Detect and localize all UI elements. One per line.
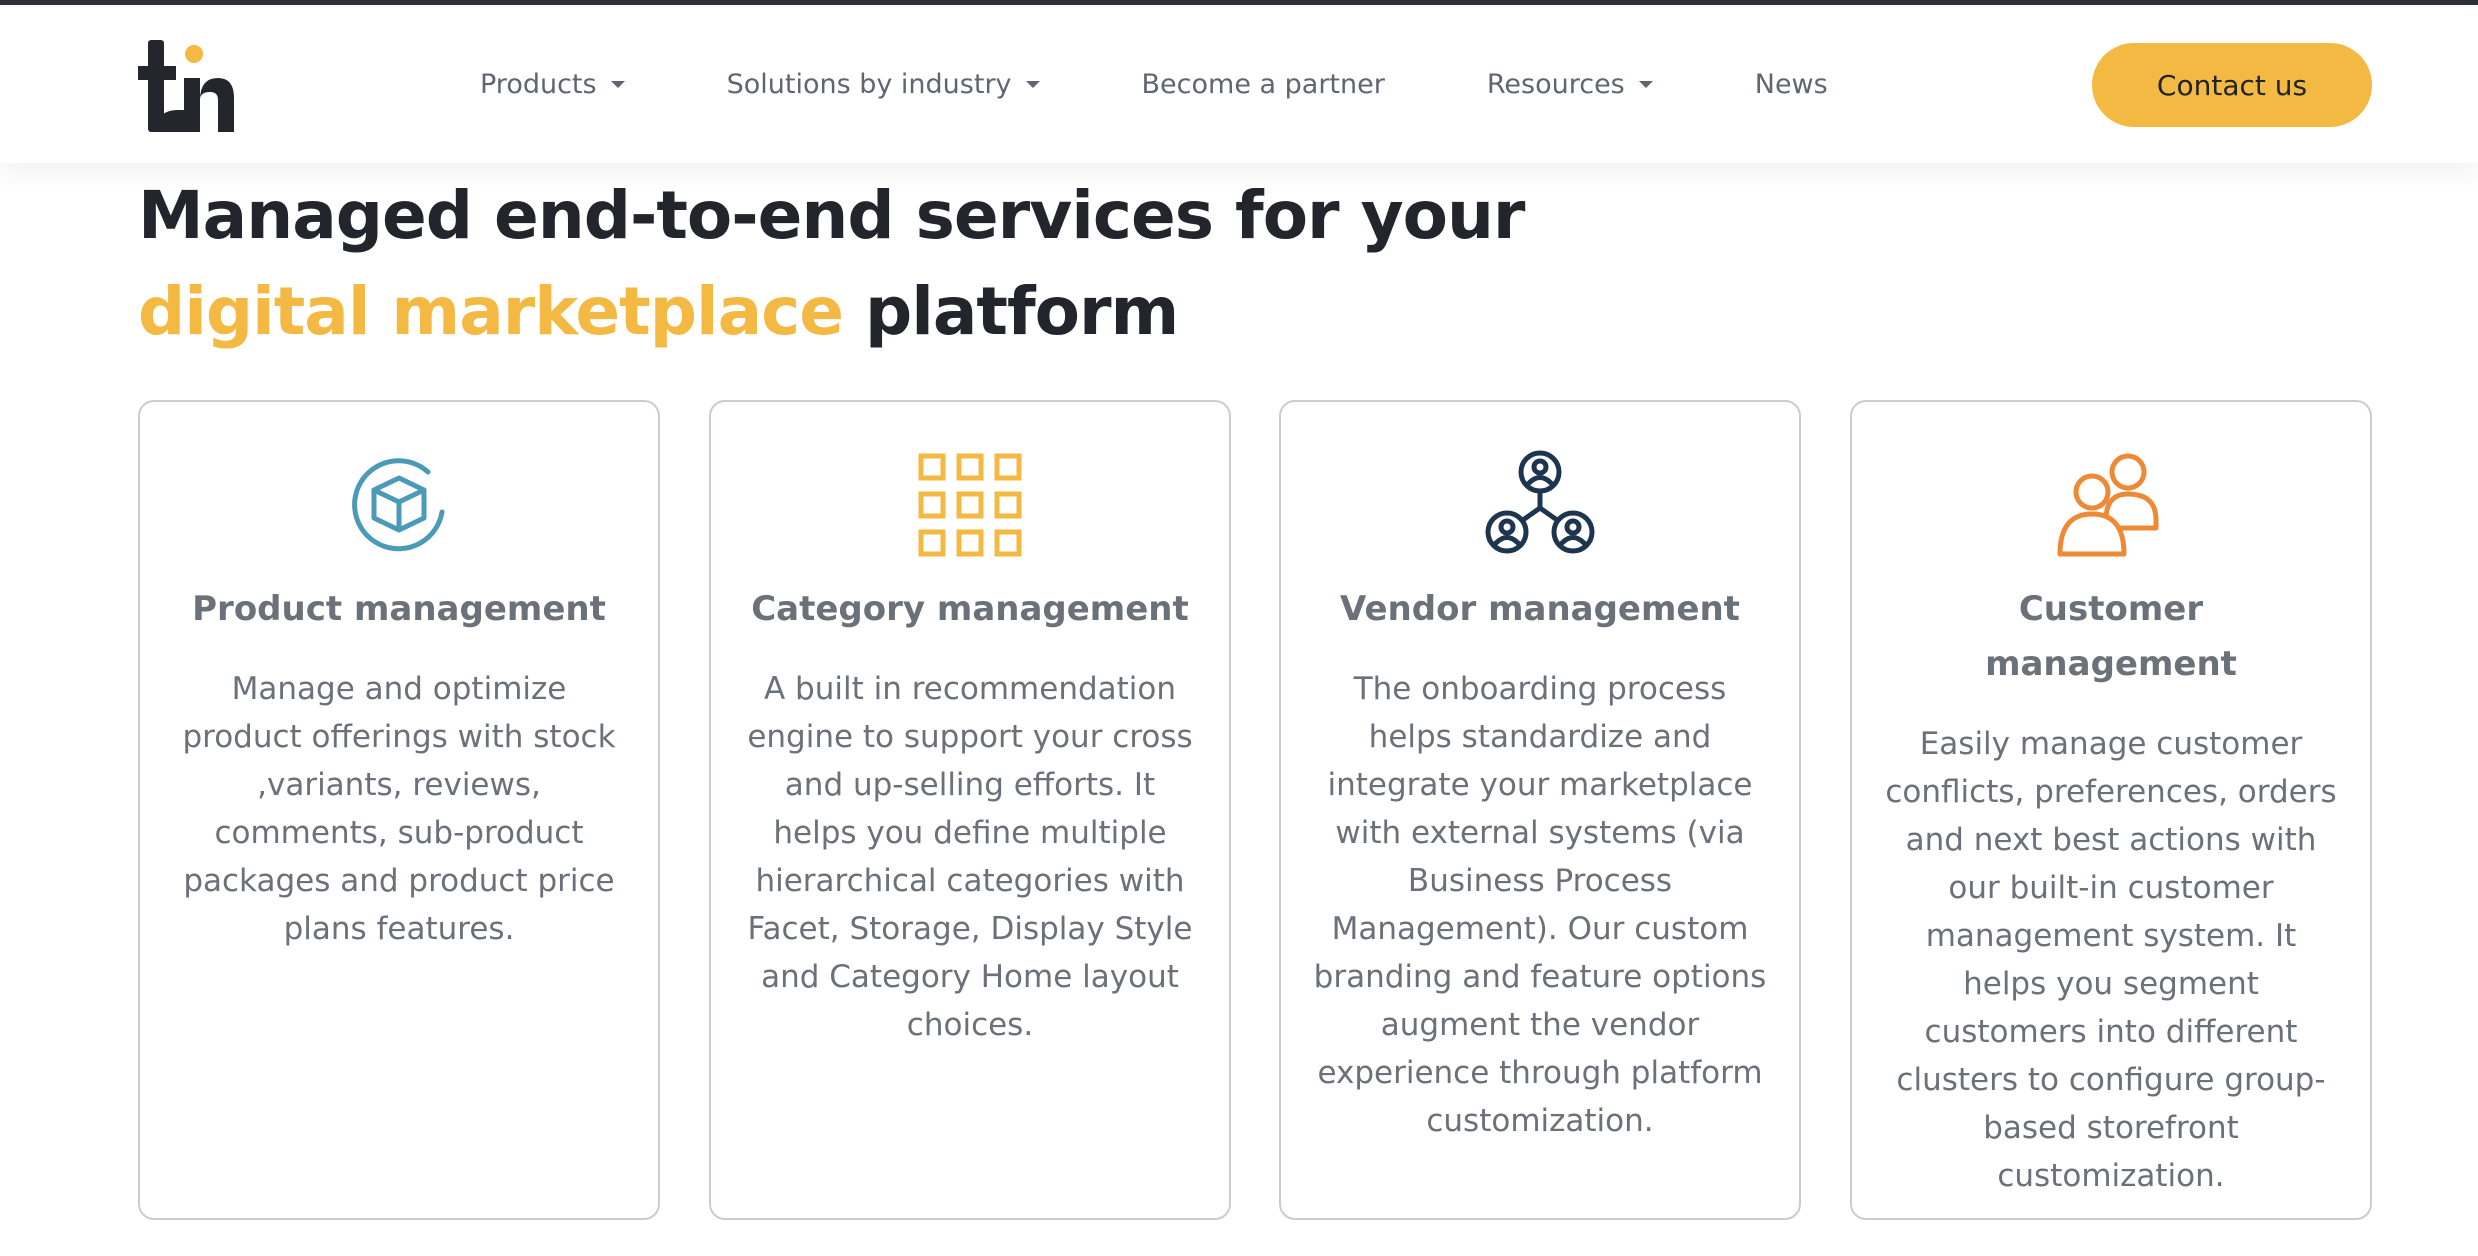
site-header: Products Solutions by industry Become a … xyxy=(0,5,2478,163)
nav-become-a-partner[interactable]: Become a partner xyxy=(1142,69,1385,100)
hero-accent-text: digital marketplace xyxy=(138,273,844,350)
nav-products-label: Products xyxy=(480,68,597,100)
services-cards: Product management Manage and optimize p… xyxy=(138,400,2374,1220)
nav-solutions-label: Solutions by industry xyxy=(726,68,1012,100)
card-product-management: Product management Manage and optimize p… xyxy=(138,400,660,1220)
contact-us-button[interactable]: Contact us xyxy=(2092,43,2372,127)
cube-icon xyxy=(352,458,445,552)
nav-news[interactable]: News xyxy=(1755,69,1828,100)
nav-news-label: News xyxy=(1754,68,1828,100)
card-description: A built in recommendation engine to supp… xyxy=(747,671,1193,1043)
grid-icon xyxy=(918,453,1022,557)
nav-resources[interactable]: Resources xyxy=(1487,69,1653,100)
hero-heading: Managed end-to-end services for your dig… xyxy=(138,168,1738,360)
card-description: Manage and optimize product offerings wi… xyxy=(182,671,616,947)
chevron-down-icon xyxy=(1638,80,1653,88)
chevron-down-icon xyxy=(610,80,625,88)
card-title: Product management xyxy=(192,589,606,629)
tih-logo[interactable] xyxy=(138,40,234,132)
network-users-icon xyxy=(1485,450,1595,554)
card-customer-management: Customer management Easily manage custom… xyxy=(1850,400,2372,1220)
users-icon xyxy=(2057,453,2159,557)
main-nav: Products Solutions by industry Become a … xyxy=(480,5,1930,163)
card-title: Vendor management xyxy=(1340,589,1740,629)
nav-resources-label: Resources xyxy=(1486,68,1625,100)
hero-line-1: Managed end-to-end services for your xyxy=(138,177,1525,254)
card-vendor-management: Vendor management The onboarding process… xyxy=(1279,400,1801,1220)
hero-line-2: digital marketplace platform xyxy=(138,264,1738,360)
chevron-down-icon xyxy=(1025,80,1040,88)
nav-solutions-by-industry[interactable]: Solutions by industry xyxy=(727,69,1040,100)
card-description: Easily manage customer conflicts, prefer… xyxy=(1885,726,2337,1194)
card-description: The onboarding process helps standardize… xyxy=(1313,671,1767,1139)
nav-products[interactable]: Products xyxy=(480,69,625,100)
card-title: Customer management xyxy=(1985,589,2237,684)
card-category-management: Category management A built in recommend… xyxy=(709,400,1231,1220)
nav-partner-label: Become a partner xyxy=(1141,68,1385,100)
hero-rest-text: platform xyxy=(843,273,1179,350)
card-title: Category management xyxy=(751,589,1189,629)
